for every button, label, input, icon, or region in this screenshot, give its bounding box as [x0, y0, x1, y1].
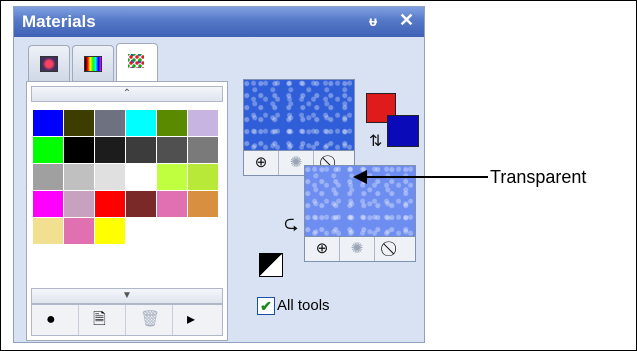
color-swatch[interactable]	[188, 110, 218, 136]
color-swatch[interactable]	[157, 137, 187, 163]
color-swatch[interactable]	[126, 110, 156, 136]
callout-line	[360, 176, 488, 178]
color-swatch[interactable]	[95, 110, 125, 136]
circle-icon: ●	[46, 311, 56, 328]
trash-icon: 🗑	[140, 311, 161, 328]
color-swatch[interactable]	[157, 191, 187, 217]
color-swatch[interactable]	[188, 137, 218, 163]
swap-colors-icon[interactable]: ⇅	[369, 131, 382, 151]
spectrum-tab[interactable]	[72, 45, 114, 82]
color-swatch[interactable]	[33, 137, 63, 163]
copy-button[interactable]: 🗎	[79, 305, 126, 335]
frame-icon	[40, 56, 58, 72]
color-swatch[interactable]	[33, 110, 63, 136]
color-swatch[interactable]	[126, 191, 156, 217]
color-swatch[interactable]	[64, 137, 94, 163]
circle-button[interactable]: ●	[32, 305, 79, 335]
more-button[interactable]: ▸	[173, 305, 219, 335]
swatch-scroll-down[interactable]: ▼	[31, 288, 223, 304]
checkmark-icon[interactable]: ✔	[257, 297, 275, 315]
color-swatch[interactable]	[33, 218, 63, 244]
color-swatch[interactable]	[95, 191, 125, 217]
pin-icon[interactable]: ᵾ	[369, 13, 377, 29]
color-swatch[interactable]	[157, 164, 187, 190]
swatches-tab[interactable]	[116, 43, 158, 84]
color-swatch[interactable]	[33, 164, 63, 190]
swap-styles-icon[interactable]: ⮎	[284, 211, 298, 241]
swatch-scroll-up[interactable]: ⌃	[31, 86, 223, 102]
texture-icon[interactable]: ✺	[340, 237, 375, 261]
color-swatch[interactable]	[95, 137, 125, 163]
color-swatch[interactable]	[64, 191, 94, 217]
document-icon: 🗎	[93, 311, 106, 328]
all-tools-label: All tools	[277, 297, 330, 314]
globe-icon[interactable]: ⊕	[244, 151, 279, 175]
swatch-toolbar: ● 🗎 🗑 ▸	[31, 304, 223, 336]
globe-icon[interactable]: ⊕	[305, 237, 340, 261]
delete-button[interactable]: 🗑	[126, 305, 173, 335]
black-white-reset-icon[interactable]	[259, 253, 283, 277]
color-swatch[interactable]	[126, 137, 156, 163]
spectrum-icon	[84, 56, 102, 72]
swatches-icon	[128, 54, 144, 68]
background-color-swatch[interactable]	[387, 115, 419, 147]
callout-label: Transparent	[490, 167, 587, 187]
title-bar: Materials ᵾ ✕	[14, 7, 424, 37]
swatch-area: ⌃ ▼ ● 🗎 🗑 ▸	[26, 81, 228, 341]
color-swatch[interactable]	[95, 164, 125, 190]
panel-title: Materials	[22, 12, 96, 31]
foreground-texture-preview[interactable]	[244, 80, 354, 150]
color-swatch[interactable]	[64, 110, 94, 136]
frame-tab[interactable]	[28, 45, 70, 82]
color-swatch[interactable]	[64, 164, 94, 190]
close-icon[interactable]: ✕	[399, 10, 414, 31]
color-swatch[interactable]	[64, 218, 94, 244]
color-swatch[interactable]	[95, 218, 125, 244]
color-swatch[interactable]	[157, 110, 187, 136]
color-swatch[interactable]	[188, 191, 218, 217]
color-swatch[interactable]	[33, 191, 63, 217]
background-style-buttons: ⊕ ✺ ⃠	[305, 236, 415, 261]
arrow-right-icon: ▸	[187, 311, 196, 328]
transparent-icon[interactable]: ⃠	[375, 237, 409, 261]
foreground-style: ⊕ ✺ ⃠	[243, 79, 355, 176]
color-swatch[interactable]	[126, 164, 156, 190]
color-swatch[interactable]	[188, 164, 218, 190]
